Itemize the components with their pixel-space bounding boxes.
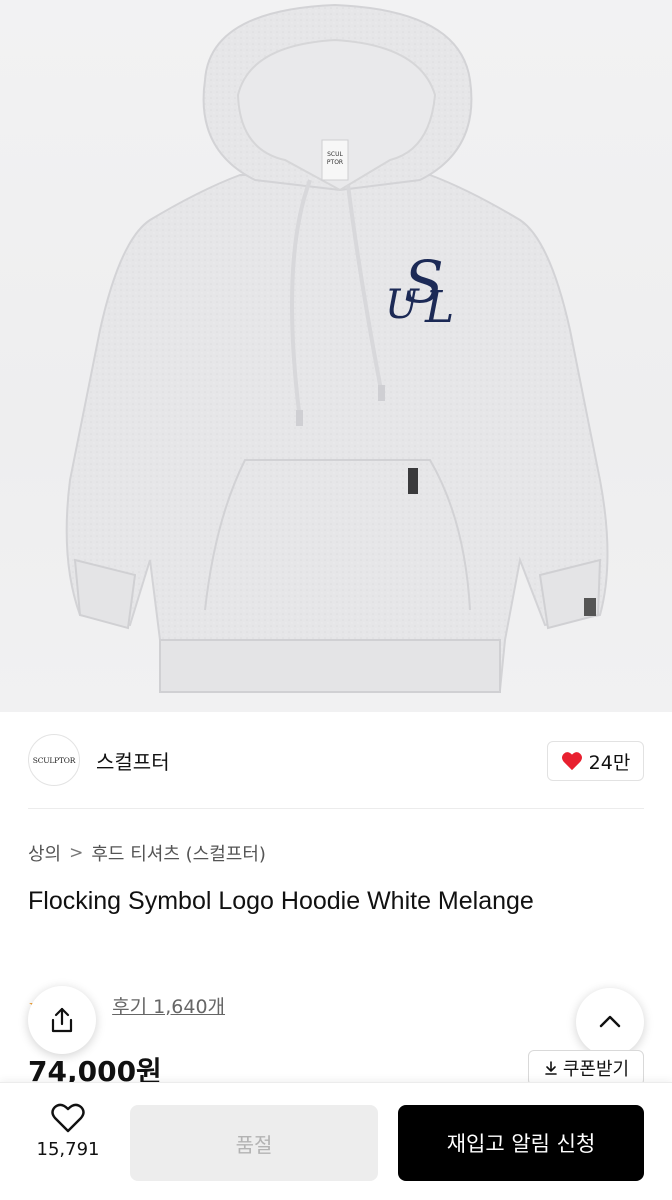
svg-text:PTOR: PTOR bbox=[327, 159, 343, 166]
svg-text:U: U bbox=[385, 282, 420, 328]
restock-alert-button[interactable]: 재입고 알림 신청 bbox=[398, 1105, 644, 1181]
breadcrumb: 상의 > 후드 티셔츠 (스컬프터) bbox=[28, 840, 266, 866]
coupon-button[interactable]: 쿠폰받기 bbox=[528, 1050, 644, 1086]
bottom-action-bar: 15,791 품절 재입고 알림 신청 bbox=[0, 1082, 672, 1200]
breadcrumb-subcategory[interactable]: 후드 티셔츠 (스컬프터) bbox=[91, 840, 266, 866]
wish-button[interactable]: 15,791 bbox=[28, 1103, 108, 1173]
heart-outline-icon bbox=[51, 1103, 85, 1133]
svg-text:L: L bbox=[424, 282, 454, 333]
wish-count: 15,791 bbox=[36, 1139, 100, 1160]
soldout-button[interactable]: 품절 bbox=[130, 1105, 378, 1181]
scroll-top-button[interactable] bbox=[576, 988, 644, 1056]
product-title: Flocking Symbol Logo Hoodie White Melang… bbox=[28, 887, 534, 915]
share-button[interactable] bbox=[28, 986, 96, 1054]
divider bbox=[28, 808, 644, 809]
breadcrumb-category[interactable]: 상의 bbox=[28, 840, 61, 866]
heart-icon bbox=[561, 752, 582, 771]
brand-row: SCULPTOR 스컬프터 24만 bbox=[0, 712, 672, 808]
like-button[interactable]: 24만 bbox=[547, 741, 644, 781]
coupon-label: 쿠폰받기 bbox=[562, 1059, 630, 1080]
chevron-up-icon bbox=[599, 1015, 621, 1028]
product-image[interactable]: SCUL PTOR S U L bbox=[0, 0, 672, 712]
chevron-right-icon: > bbox=[69, 843, 84, 863]
like-count: 24만 bbox=[588, 751, 631, 774]
hoodie-illustration: SCUL PTOR S U L bbox=[65, 3, 609, 693]
brand-logo[interactable]: SCULPTOR bbox=[28, 734, 80, 786]
download-icon bbox=[545, 1061, 557, 1075]
brand-name[interactable]: 스컬프터 bbox=[96, 746, 170, 775]
reviews-link[interactable]: 후기 1,640개 bbox=[112, 992, 225, 1019]
svg-text:SCUL: SCUL bbox=[327, 151, 343, 158]
share-icon bbox=[51, 1007, 73, 1033]
